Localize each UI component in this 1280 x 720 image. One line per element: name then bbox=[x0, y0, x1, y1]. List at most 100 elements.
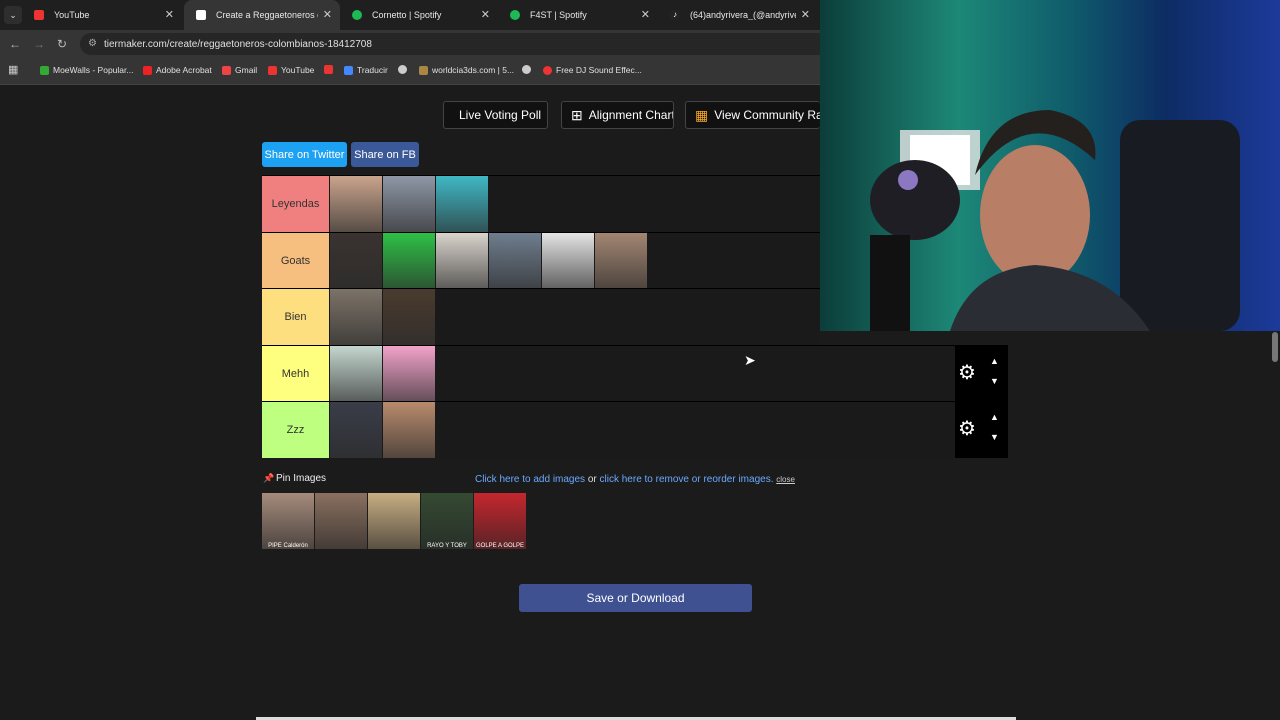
share-twitter-button[interactable]: Share on Twitter bbox=[262, 142, 347, 167]
bookmark-icon bbox=[419, 65, 428, 75]
tab-spotify-f4st[interactable]: F4ST | Spotify ✕ bbox=[498, 0, 658, 30]
tier-label[interactable]: Leyendas bbox=[262, 176, 329, 232]
url-text[interactable]: tiermaker.com/create/reggaetoneros-colom… bbox=[104, 39, 372, 50]
bookmark-free-dj[interactable]: Free DJ Sound Effec... bbox=[543, 65, 642, 75]
artist-image[interactable] bbox=[383, 289, 435, 345]
tiktok-icon: ♪ bbox=[670, 10, 680, 20]
tier-items bbox=[330, 289, 436, 345]
scrollbar-thumb[interactable] bbox=[1272, 332, 1278, 362]
bookmark-globe[interactable] bbox=[398, 65, 407, 74]
gear-icon[interactable]: ⚙ bbox=[958, 418, 976, 440]
gear-icon[interactable]: ⚙ bbox=[958, 362, 976, 384]
pinned-artist-image[interactable]: GOLPE A GOLPE bbox=[474, 493, 526, 549]
grid-icon: ⊞ bbox=[571, 106, 583, 123]
tier-controls: ⚙ ▲ ▼ bbox=[955, 346, 1008, 402]
tab-tiktok[interactable]: ♪ (64)andyrivera_(@andyrivera_) ✕ bbox=[658, 0, 818, 30]
artist-image[interactable] bbox=[489, 233, 541, 289]
add-images-link[interactable]: Click here to add images bbox=[475, 474, 585, 485]
artist-image[interactable] bbox=[330, 176, 382, 232]
tab-search-chevron-icon[interactable]: ⌄ bbox=[4, 6, 22, 24]
tab-label: Cornetto | Spotify bbox=[372, 10, 442, 20]
artist-image[interactable] bbox=[436, 233, 488, 289]
tab-youtube[interactable]: YouTube ✕ bbox=[22, 0, 182, 30]
pin-image-tray: PIPE Calderón RAYO Y TOBY GOLPE A GOLPE bbox=[262, 493, 527, 549]
tier-row: Leyendas bbox=[262, 175, 820, 232]
move-up-icon[interactable]: ▲ bbox=[990, 356, 999, 366]
tier-items bbox=[330, 402, 436, 458]
globe-icon bbox=[522, 65, 531, 74]
view-community-rank-button[interactable]: ▦ View Community Rank bbox=[685, 101, 820, 129]
tier-row: Zzz ⚙ ▲ ▼ bbox=[262, 401, 1008, 458]
back-arrow-icon[interactable]: ← bbox=[9, 37, 21, 51]
tab-label: YouTube bbox=[54, 10, 90, 20]
tier-icon: ▦ bbox=[695, 106, 709, 123]
bookmark-youtube-2[interactable] bbox=[324, 65, 333, 74]
move-down-icon[interactable]: ▼ bbox=[990, 432, 999, 442]
youtube-icon bbox=[34, 10, 44, 20]
bookmark-icon bbox=[40, 65, 49, 75]
bookmark-traducir[interactable]: Traducir bbox=[344, 65, 388, 75]
tier-label[interactable]: Goats bbox=[262, 233, 329, 289]
artist-image[interactable] bbox=[542, 233, 594, 289]
save-download-button[interactable]: Save or Download bbox=[519, 584, 752, 612]
image-actions-line: Click here to add images or click here t… bbox=[475, 474, 795, 485]
artist-image[interactable] bbox=[330, 402, 382, 458]
tiermaker-icon bbox=[196, 10, 206, 20]
mouse-cursor-icon: ➤ bbox=[744, 352, 756, 368]
tier-label[interactable]: Mehh bbox=[262, 346, 329, 402]
tier-row: Mehh ⚙ ▲ ▼ bbox=[262, 345, 1008, 402]
tab-spotify-cornetto[interactable]: Cornetto | Spotify ✕ bbox=[340, 0, 498, 30]
tab-tiermaker[interactable]: Create a Reggaetoneros colombi ✕ bbox=[184, 0, 340, 30]
globe-icon bbox=[398, 65, 407, 74]
site-info-icon[interactable]: ⚙ bbox=[88, 38, 97, 49]
apps-grid-icon[interactable]: ▦ bbox=[8, 63, 18, 76]
artist-image[interactable] bbox=[383, 176, 435, 232]
youtube-icon bbox=[324, 65, 333, 74]
bookmark-icon bbox=[543, 65, 552, 75]
translate-icon bbox=[344, 65, 353, 75]
artist-image[interactable] bbox=[383, 402, 435, 458]
pinned-artist-image[interactable] bbox=[315, 493, 367, 549]
acrobat-icon bbox=[143, 65, 152, 75]
artist-image[interactable] bbox=[436, 176, 488, 232]
artist-image[interactable] bbox=[595, 233, 647, 289]
bookmark-gmail[interactable]: Gmail bbox=[222, 65, 257, 75]
share-facebook-button[interactable]: Share on FB bbox=[351, 142, 419, 167]
bookmark-adobe-acrobat[interactable]: Adobe Acrobat bbox=[143, 65, 212, 75]
artist-image[interactable] bbox=[330, 233, 382, 289]
close-tab-icon[interactable]: ✕ bbox=[323, 8, 332, 21]
artist-image[interactable] bbox=[383, 233, 435, 289]
alignment-chart-button[interactable]: ⊞ Alignment Chart bbox=[561, 101, 674, 129]
image-caption: RAYO Y TOBY bbox=[427, 543, 467, 549]
close-tab-icon[interactable]: ✕ bbox=[641, 8, 650, 21]
artist-image[interactable] bbox=[330, 346, 382, 402]
artist-image[interactable] bbox=[330, 289, 382, 345]
pin-images-title: Pin Images bbox=[276, 473, 327, 484]
close-tab-icon[interactable]: ✕ bbox=[801, 8, 810, 21]
tier-controls: ⚙ ▲ ▼ bbox=[955, 402, 1008, 458]
tier-label[interactable]: Bien bbox=[262, 289, 329, 345]
remove-reorder-link[interactable]: click here to remove or reorder images. bbox=[600, 474, 774, 485]
artist-image[interactable] bbox=[383, 346, 435, 402]
tier-label[interactable]: Zzz bbox=[262, 402, 329, 458]
tier-row: Goats bbox=[262, 232, 820, 289]
close-tab-icon[interactable]: ✕ bbox=[481, 8, 490, 21]
close-link[interactable]: close bbox=[776, 475, 795, 484]
bookmark-moewalls[interactable]: MoeWalls - Popular... bbox=[40, 65, 133, 75]
bookmark-youtube[interactable]: YouTube bbox=[268, 65, 314, 75]
forward-arrow-icon[interactable]: → bbox=[33, 37, 45, 51]
reload-icon[interactable]: ↻ bbox=[57, 37, 67, 51]
pin-icon: 📌 bbox=[263, 473, 275, 483]
move-up-icon[interactable]: ▲ bbox=[990, 412, 999, 422]
live-voting-poll-button[interactable]: Live Voting Poll bbox=[443, 101, 548, 129]
pinned-artist-image[interactable]: PIPE Calderón bbox=[262, 493, 314, 549]
bookmark-globe-2[interactable] bbox=[522, 65, 531, 74]
tier-items bbox=[330, 233, 648, 289]
spotify-icon bbox=[352, 10, 362, 20]
image-caption: PIPE Calderón bbox=[268, 543, 308, 549]
pinned-artist-image[interactable] bbox=[368, 493, 420, 549]
close-tab-icon[interactable]: ✕ bbox=[165, 8, 174, 21]
pinned-artist-image[interactable]: RAYO Y TOBY bbox=[421, 493, 473, 549]
bookmark-worldcia3ds[interactable]: worldcia3ds.com | 5... bbox=[419, 65, 514, 75]
move-down-icon[interactable]: ▼ bbox=[990, 376, 999, 386]
